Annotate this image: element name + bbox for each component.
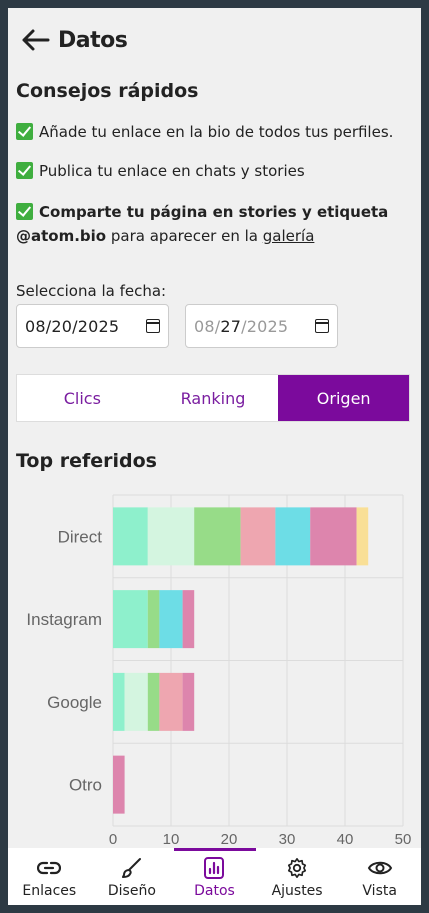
tab-ranking[interactable]: Ranking: [148, 375, 279, 421]
nav-enlaces[interactable]: Enlaces: [8, 848, 91, 905]
nav-diseno[interactable]: Diseño: [91, 848, 174, 905]
page-header: Datos: [20, 26, 128, 54]
bar-segment: [124, 672, 148, 731]
active-tab-indicator: [174, 848, 256, 851]
bar-segment: [147, 672, 160, 731]
x-tick-label: 40: [337, 831, 354, 848]
nav-vista[interactable]: Vista: [338, 848, 421, 905]
x-tick-label: 20: [221, 831, 238, 848]
arrow-left-icon: [22, 29, 50, 51]
bar-segment: [113, 755, 125, 814]
tabs: Clics Ranking Origen: [16, 374, 410, 422]
bar-segment: [147, 590, 160, 649]
category-label: Google: [47, 693, 102, 712]
chart-icon: [204, 857, 225, 879]
check-icon: [16, 203, 33, 220]
back-button[interactable]: [20, 26, 52, 54]
tip-item: Publica tu enlace en chats y stories: [16, 159, 416, 183]
gallery-link[interactable]: galería: [263, 227, 315, 245]
tab-origen[interactable]: Origen: [278, 375, 410, 421]
bar-segment: [159, 590, 183, 649]
referrers-chart: Direct Instagram Google Otro 0 10 20 30 40 50: [26, 494, 412, 848]
check-icon: [16, 123, 33, 140]
bar-segment: [113, 672, 125, 731]
bar-segment: [147, 507, 195, 566]
bar-segment: [275, 507, 311, 566]
tip-item: Comparte tu página en stories y etiqueta…: [16, 203, 389, 245]
x-tick-label: 30: [279, 831, 296, 848]
chart-title: Top referidos: [16, 450, 157, 472]
bar-segment: [113, 590, 148, 649]
nav-datos[interactable]: Datos: [173, 848, 256, 905]
x-tick-label: 0: [109, 831, 117, 848]
bar-segment: [194, 507, 241, 566]
tips-title: Consejos rápidos: [16, 80, 199, 102]
bar-segment: [113, 507, 148, 566]
x-tick-label: 10: [163, 831, 180, 848]
start-date-input[interactable]: 08/20/2025: [16, 304, 169, 348]
bar-segment: [310, 507, 357, 566]
x-tick-label: 50: [395, 831, 412, 848]
brush-icon: [121, 858, 141, 878]
category-label: Direct: [58, 527, 103, 546]
bar-segment: [182, 672, 195, 731]
page-title: Datos: [58, 27, 128, 53]
bar-segment: [240, 507, 276, 566]
gear-icon: [288, 858, 307, 878]
calendar-icon[interactable]: [315, 319, 329, 333]
calendar-icon[interactable]: [146, 319, 160, 333]
check-icon: [16, 162, 33, 179]
nav-ajustes[interactable]: Ajustes: [256, 848, 339, 905]
end-date-input[interactable]: 08/27/2025: [185, 304, 338, 348]
bar-segment: [356, 507, 369, 566]
eye-icon: [367, 861, 392, 875]
date-label: Selecciona la fecha:: [16, 282, 167, 300]
tab-clics[interactable]: Clics: [17, 375, 148, 421]
bottom-nav: Enlaces Diseño Datos Ajustes Vista: [8, 848, 421, 905]
link-icon: [37, 861, 62, 875]
category-label: Instagram: [26, 610, 102, 629]
bar-segment: [159, 672, 183, 731]
category-label: Otro: [69, 776, 102, 795]
tip-item: Añade tu enlace en la bio de todos tus p…: [16, 120, 416, 144]
bar-segment: [182, 590, 195, 649]
app-frame: Datos Consejos rápidos Añade tu enlace e…: [8, 8, 421, 905]
